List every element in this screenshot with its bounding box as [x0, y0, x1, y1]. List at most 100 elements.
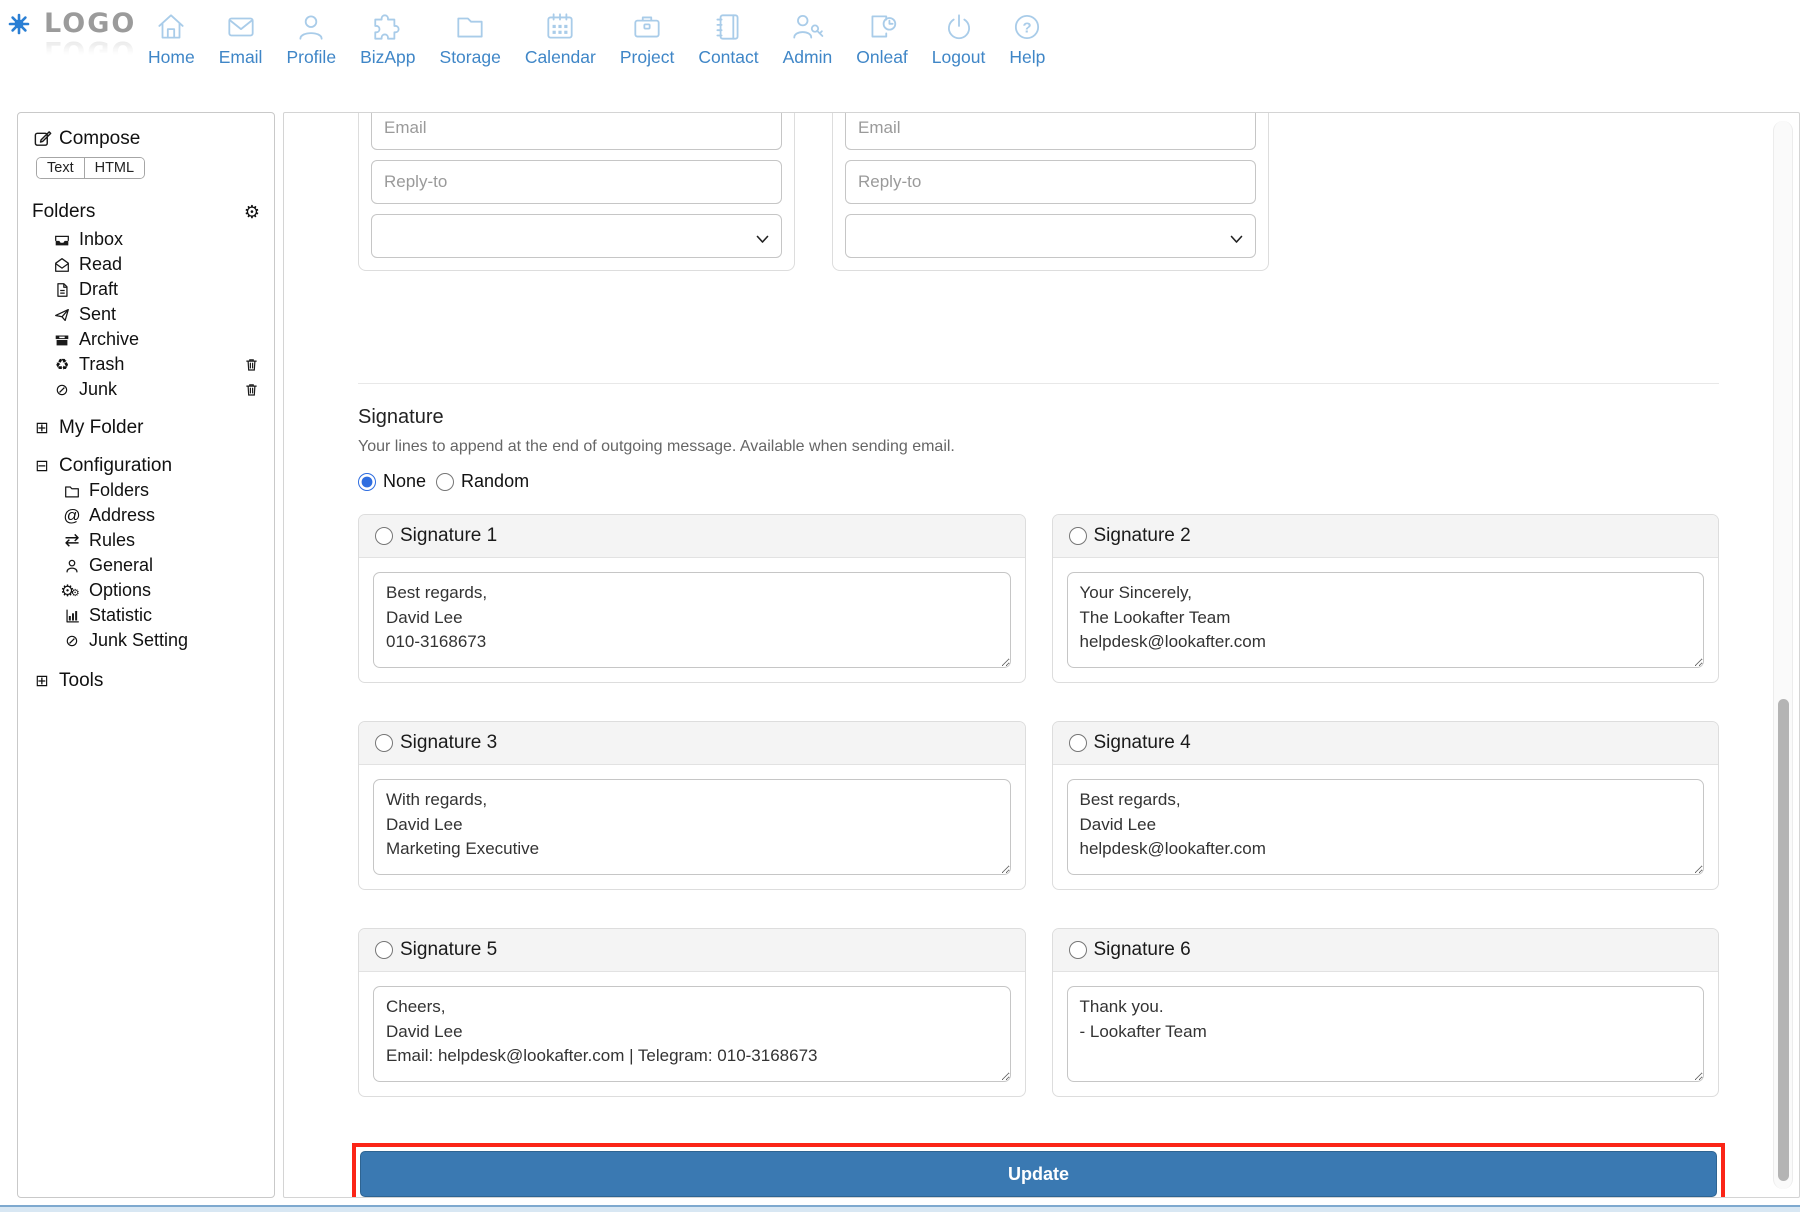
signature-textarea[interactable]: Best regards, David Lee 010-3168673 [373, 572, 1011, 668]
nav-item-label: Email [218, 47, 263, 67]
sidebar-item-label: Sent [79, 304, 117, 324]
email-icon [224, 10, 258, 44]
onleaf-icon [865, 10, 899, 44]
scrollbar-thumb[interactable] [1778, 699, 1789, 1181]
nav-item-project[interactable]: Project [620, 10, 674, 68]
nav-item-bizapp[interactable]: BizApp [360, 10, 416, 68]
bizapp-icon [371, 10, 405, 44]
signature-radio[interactable] [375, 941, 393, 959]
nav-item-admin[interactable]: Admin [783, 10, 832, 68]
signature-textarea[interactable]: Best regards, David Lee helpdesk@lookaft… [1066, 779, 1704, 875]
radio-none-input[interactable] [358, 472, 376, 491]
signature-description: Your lines to append at the end of outgo… [358, 438, 955, 455]
nav-item-help[interactable]: ? Help [1009, 10, 1045, 68]
signature-radio[interactable] [375, 527, 393, 545]
sidebar-item-label: Statistic [89, 605, 153, 625]
logo: LOGO [44, 8, 137, 39]
sidebar-item-label: Junk [79, 379, 118, 399]
gear-icon[interactable]: ⚙ [244, 202, 260, 223]
logo-block[interactable]: LOGO LOGO [44, 8, 137, 66]
nav-item-label: BizApp [360, 47, 416, 67]
nav-item-home[interactable]: Home [148, 10, 195, 68]
sidebar-item-trash[interactable]: ♻ Trash [52, 352, 260, 377]
sidebar-item-label: Inbox [79, 229, 124, 249]
signature-textarea[interactable]: Thank you. - Lookafter Team [1066, 986, 1704, 1082]
replyto-input[interactable] [845, 160, 1256, 204]
sidebar-item-read[interactable]: Read [52, 252, 260, 277]
nav-item-profile[interactable]: Profile [286, 10, 336, 68]
signature-panel-body: Thank you. - Lookafter Team [1053, 972, 1719, 1096]
folder-icon [62, 482, 82, 500]
nav-item-label: Contact [698, 47, 759, 67]
nav-item-storage[interactable]: Storage [440, 10, 501, 68]
signature-textarea[interactable]: With regards, David Lee Marketing Execut… [373, 779, 1011, 875]
html-mode-button[interactable]: HTML [83, 158, 145, 178]
tree-toggle-configuration[interactable]: ⊟ Configuration [32, 453, 260, 478]
tree-toggle-my-folder[interactable]: ⊞ My Folder [32, 415, 260, 440]
minus-box-icon: ⊟ [35, 455, 49, 475]
email-input[interactable] [845, 113, 1256, 150]
identity-select[interactable] [845, 214, 1256, 258]
identity-forms-row [358, 113, 1719, 271]
nav-item-contact[interactable]: Contact [698, 10, 759, 68]
nav-item-label: Onleaf [856, 47, 908, 67]
logo-reflection: LOGO [44, 35, 137, 66]
signature-panel-4: Signature 4 Best regards, David Lee help… [1051, 721, 1719, 890]
logout-icon [942, 10, 976, 44]
radio-random[interactable]: Random [436, 471, 529, 492]
nav-item-label: Storage [439, 47, 501, 67]
admin-icon [790, 10, 824, 44]
replyto-input[interactable] [371, 160, 782, 204]
signature-radio[interactable] [375, 734, 393, 752]
radio-random-input[interactable] [436, 472, 455, 491]
nav-item-label: Profile [286, 47, 337, 67]
trash-bin-icon[interactable] [243, 356, 260, 373]
compose-button[interactable]: Compose [32, 126, 260, 151]
rules-icon: ⇄ [64, 529, 80, 551]
folders-header: Folders ⚙ [32, 201, 260, 223]
signature-panel-5: Signature 5 Cheers, David Lee Email: hel… [358, 928, 1026, 1097]
contact-icon [711, 10, 745, 44]
signature-panel-title: Signature 1 [400, 525, 498, 546]
signature-radio[interactable] [1068, 941, 1087, 959]
nav-item-calendar[interactable]: Calendar [525, 10, 596, 68]
tree-toggle-tools[interactable]: ⊞ Tools [32, 668, 260, 693]
sidebar-item-sent[interactable]: Sent [52, 302, 260, 327]
plus-box-icon: ⊞ [35, 670, 49, 690]
starburst-icon [8, 13, 30, 40]
identity-select[interactable] [371, 214, 782, 258]
sidebar-item-junk-setting[interactable]: ⊘ Junk Setting [62, 628, 260, 653]
tree-item-label: Tools [59, 670, 104, 691]
sidebar-item-statistic[interactable]: Statistic [62, 603, 260, 628]
tree-item-label: Configuration [59, 455, 173, 476]
main-panel: Signature Your lines to append at the en… [283, 112, 1800, 1198]
svg-text:?: ? [1023, 20, 1032, 36]
signature-panel-title: Signature 5 [400, 939, 498, 960]
scrollbar[interactable] [1773, 121, 1793, 1189]
update-button[interactable]: Update [360, 1151, 1717, 1197]
sidebar-item-general[interactable]: General [62, 553, 260, 578]
signature-radio[interactable] [1068, 527, 1087, 545]
signature-panel-title: Signature 2 [1093, 525, 1191, 546]
radio-none[interactable]: None [358, 471, 426, 492]
trash-bin-icon[interactable] [243, 381, 260, 398]
nav-item-label: Logout [931, 47, 986, 67]
nav-item-logout[interactable]: Logout [931, 10, 986, 68]
sidebar-item-folders[interactable]: Folders [62, 478, 260, 503]
nav-item-email[interactable]: Email [218, 10, 263, 68]
tree-item-label: My Folder [59, 417, 144, 438]
text-mode-button[interactable]: Text [37, 158, 84, 178]
sidebar-item-rules[interactable]: ⇄ Rules [62, 528, 260, 553]
sidebar-item-options[interactable]: ⚙ ⚙ Options [60, 578, 260, 603]
signature-panel-title: Signature 6 [1093, 939, 1191, 960]
nav-item-onleaf[interactable]: Onleaf [856, 10, 908, 68]
sidebar-item-address[interactable]: @ Address [62, 503, 260, 528]
signature-textarea[interactable]: Your Sincerely, The Lookafter Team helpd… [1066, 572, 1704, 668]
signature-textarea[interactable]: Cheers, David Lee Email: helpdesk@lookaf… [373, 986, 1011, 1082]
email-input[interactable] [371, 113, 782, 150]
sidebar-item-junk[interactable]: ⊘ Junk [52, 377, 260, 402]
sidebar-item-draft[interactable]: Draft [52, 277, 260, 302]
sidebar-item-inbox[interactable]: Inbox [52, 227, 260, 252]
sidebar-item-archive[interactable]: Archive [52, 327, 260, 352]
signature-radio[interactable] [1068, 734, 1087, 752]
